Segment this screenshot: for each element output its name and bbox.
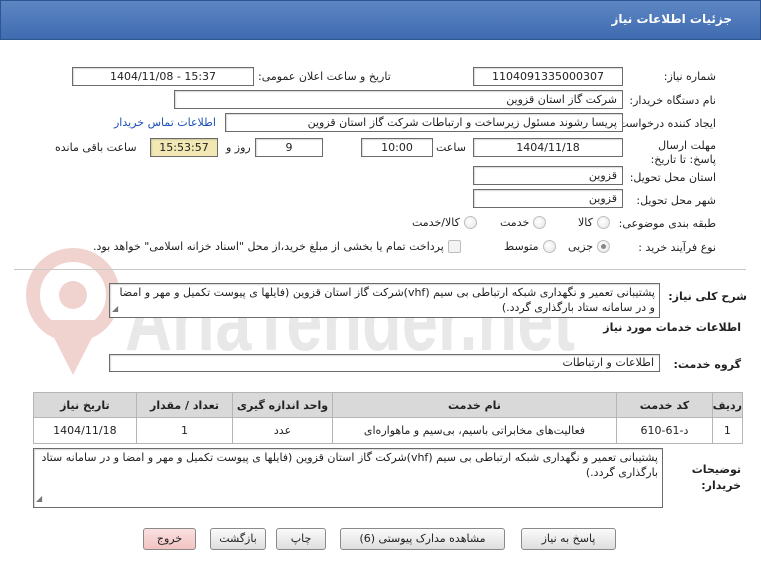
table-row: 1 د-61-610 فعالیت‌های مخابراتی باسیم، بی… bbox=[33, 417, 744, 444]
col-service-name: نام خدمت bbox=[331, 392, 618, 418]
col-service-code: کد خدمت bbox=[616, 392, 713, 418]
need-number-label: شماره نیاز: bbox=[663, 70, 716, 83]
resize-handle-icon[interactable]: ◢ bbox=[36, 491, 42, 506]
treasury-payment-option[interactable]: پرداخت تمام یا بخشی از مبلغ خرید،از محل … bbox=[93, 240, 461, 253]
province-label: استان محل تحویل: bbox=[629, 171, 716, 184]
buyer-org-label: نام دستگاه خریدار: bbox=[629, 94, 716, 107]
col-row-number: ردیف bbox=[711, 392, 744, 418]
col-need-date: تاریخ نیاز bbox=[33, 392, 137, 418]
cell-quantity: 1 bbox=[135, 417, 234, 444]
radio-icon[interactable] bbox=[533, 216, 547, 229]
buyer-notes-label: توضیحات خریدار: bbox=[691, 463, 741, 492]
province-field[interactable]: قزوین bbox=[473, 166, 623, 185]
view-attachments-button[interactable]: مشاهده مدارک پیوستی (6) bbox=[340, 528, 505, 550]
days-label: روز و bbox=[226, 141, 251, 154]
deadline-time-field[interactable]: 10:00 bbox=[361, 138, 433, 157]
radio-icon[interactable] bbox=[463, 216, 477, 229]
buyer-org-field[interactable]: شرکت گاز استان قزوین bbox=[174, 90, 623, 109]
process-label: نوع فرآیند خرید : bbox=[638, 241, 716, 254]
cell-service-name: فعالیت‌های مخابراتی باسیم، بی‌سیم و ماهو… bbox=[331, 417, 618, 444]
reply-button[interactable]: پاسخ به نیاز bbox=[521, 528, 616, 550]
remaining-label: ساعت باقی مانده bbox=[55, 141, 137, 154]
print-button[interactable]: چاپ bbox=[276, 528, 326, 550]
summary-text: پشتیبانی تعمیر و نگهداری شبکه ارتباطی بی… bbox=[119, 286, 655, 314]
creator-field[interactable]: پریسا رشوند مسئول زیرساخت و ارتباطات شرک… bbox=[225, 113, 623, 132]
creator-label: ایجاد کننده درخواست: bbox=[614, 117, 716, 130]
process-option-medium[interactable]: متوسط bbox=[504, 240, 556, 253]
announce-label: تاریخ و ساعت اعلان عمومی: bbox=[258, 70, 391, 83]
radio-icon[interactable] bbox=[596, 216, 610, 229]
radio-icon[interactable] bbox=[542, 240, 556, 253]
divider bbox=[14, 269, 746, 270]
category-label: طبقه بندی موضوعی: bbox=[618, 217, 716, 230]
announce-field[interactable]: 1404/11/08 - 15:37 bbox=[72, 67, 254, 86]
page-title: جزئیات اطلاعات نیاز bbox=[611, 12, 732, 26]
cell-unit: عدد bbox=[232, 417, 333, 444]
buyer-notes-textarea[interactable]: پشتیبانی تعمیر و نگهداری شبکه ارتباطی بی… bbox=[33, 448, 663, 508]
resize-handle-icon[interactable]: ◢ bbox=[112, 301, 118, 316]
deadline-time-label: ساعت bbox=[436, 141, 466, 154]
services-section-title: اطلاعات خدمات مورد نیاز bbox=[603, 321, 741, 334]
summary-label: شرح کلی نیاز: bbox=[668, 290, 747, 303]
service-group-label: گروه خدمت: bbox=[673, 358, 741, 371]
table-header-row: ردیف کد خدمت نام خدمت واحد اندازه گیری ت… bbox=[33, 392, 744, 418]
watermark-pin-icon bbox=[26, 248, 120, 375]
cell-service-code: د-61-610 bbox=[616, 417, 713, 444]
category-option-goods[interactable]: کالا bbox=[578, 216, 610, 229]
days-remaining-field[interactable]: 9 bbox=[255, 138, 323, 157]
cell-need-date: 1404/11/18 bbox=[33, 417, 137, 444]
buyer-contact-link[interactable]: اطلاعات تماس خریدار bbox=[114, 116, 216, 129]
col-quantity: تعداد / مقدار bbox=[135, 392, 234, 418]
header-bar: جزئیات اطلاعات نیاز bbox=[0, 0, 761, 40]
cell-row-number: 1 bbox=[711, 417, 744, 444]
deadline-label: مهلت ارسال پاسخ: تا تاریخ: bbox=[650, 139, 716, 166]
services-table: ردیف کد خدمت نام خدمت واحد اندازه گیری ت… bbox=[33, 392, 744, 444]
category-option-goods-service[interactable]: کالا/خدمت bbox=[412, 216, 477, 229]
checkbox-icon[interactable] bbox=[447, 240, 461, 253]
exit-button[interactable]: خروج bbox=[143, 528, 196, 550]
city-label: شهر محل تحویل: bbox=[636, 194, 716, 207]
deadline-date-field[interactable]: 1404/11/18 bbox=[473, 138, 623, 157]
buyer-notes-text: پشتیبانی تعمیر و نگهداری شبکه ارتباطی بی… bbox=[41, 451, 658, 479]
col-unit: واحد اندازه گیری bbox=[232, 392, 333, 418]
radio-icon[interactable] bbox=[597, 240, 611, 253]
category-option-service[interactable]: خدمت bbox=[500, 216, 547, 229]
need-number-field[interactable]: 1104091335000307 bbox=[473, 67, 623, 86]
back-button[interactable]: بازگشت bbox=[210, 528, 266, 550]
process-option-minor[interactable]: جزیی bbox=[568, 240, 611, 253]
city-field[interactable]: قزوین bbox=[473, 189, 623, 208]
service-group-field[interactable]: اطلاعات و ارتباطات bbox=[109, 354, 660, 372]
remaining-time-field[interactable]: 15:53:57 bbox=[150, 138, 218, 157]
summary-textarea[interactable]: پشتیبانی تعمیر و نگهداری شبکه ارتباطی بی… bbox=[109, 283, 660, 318]
